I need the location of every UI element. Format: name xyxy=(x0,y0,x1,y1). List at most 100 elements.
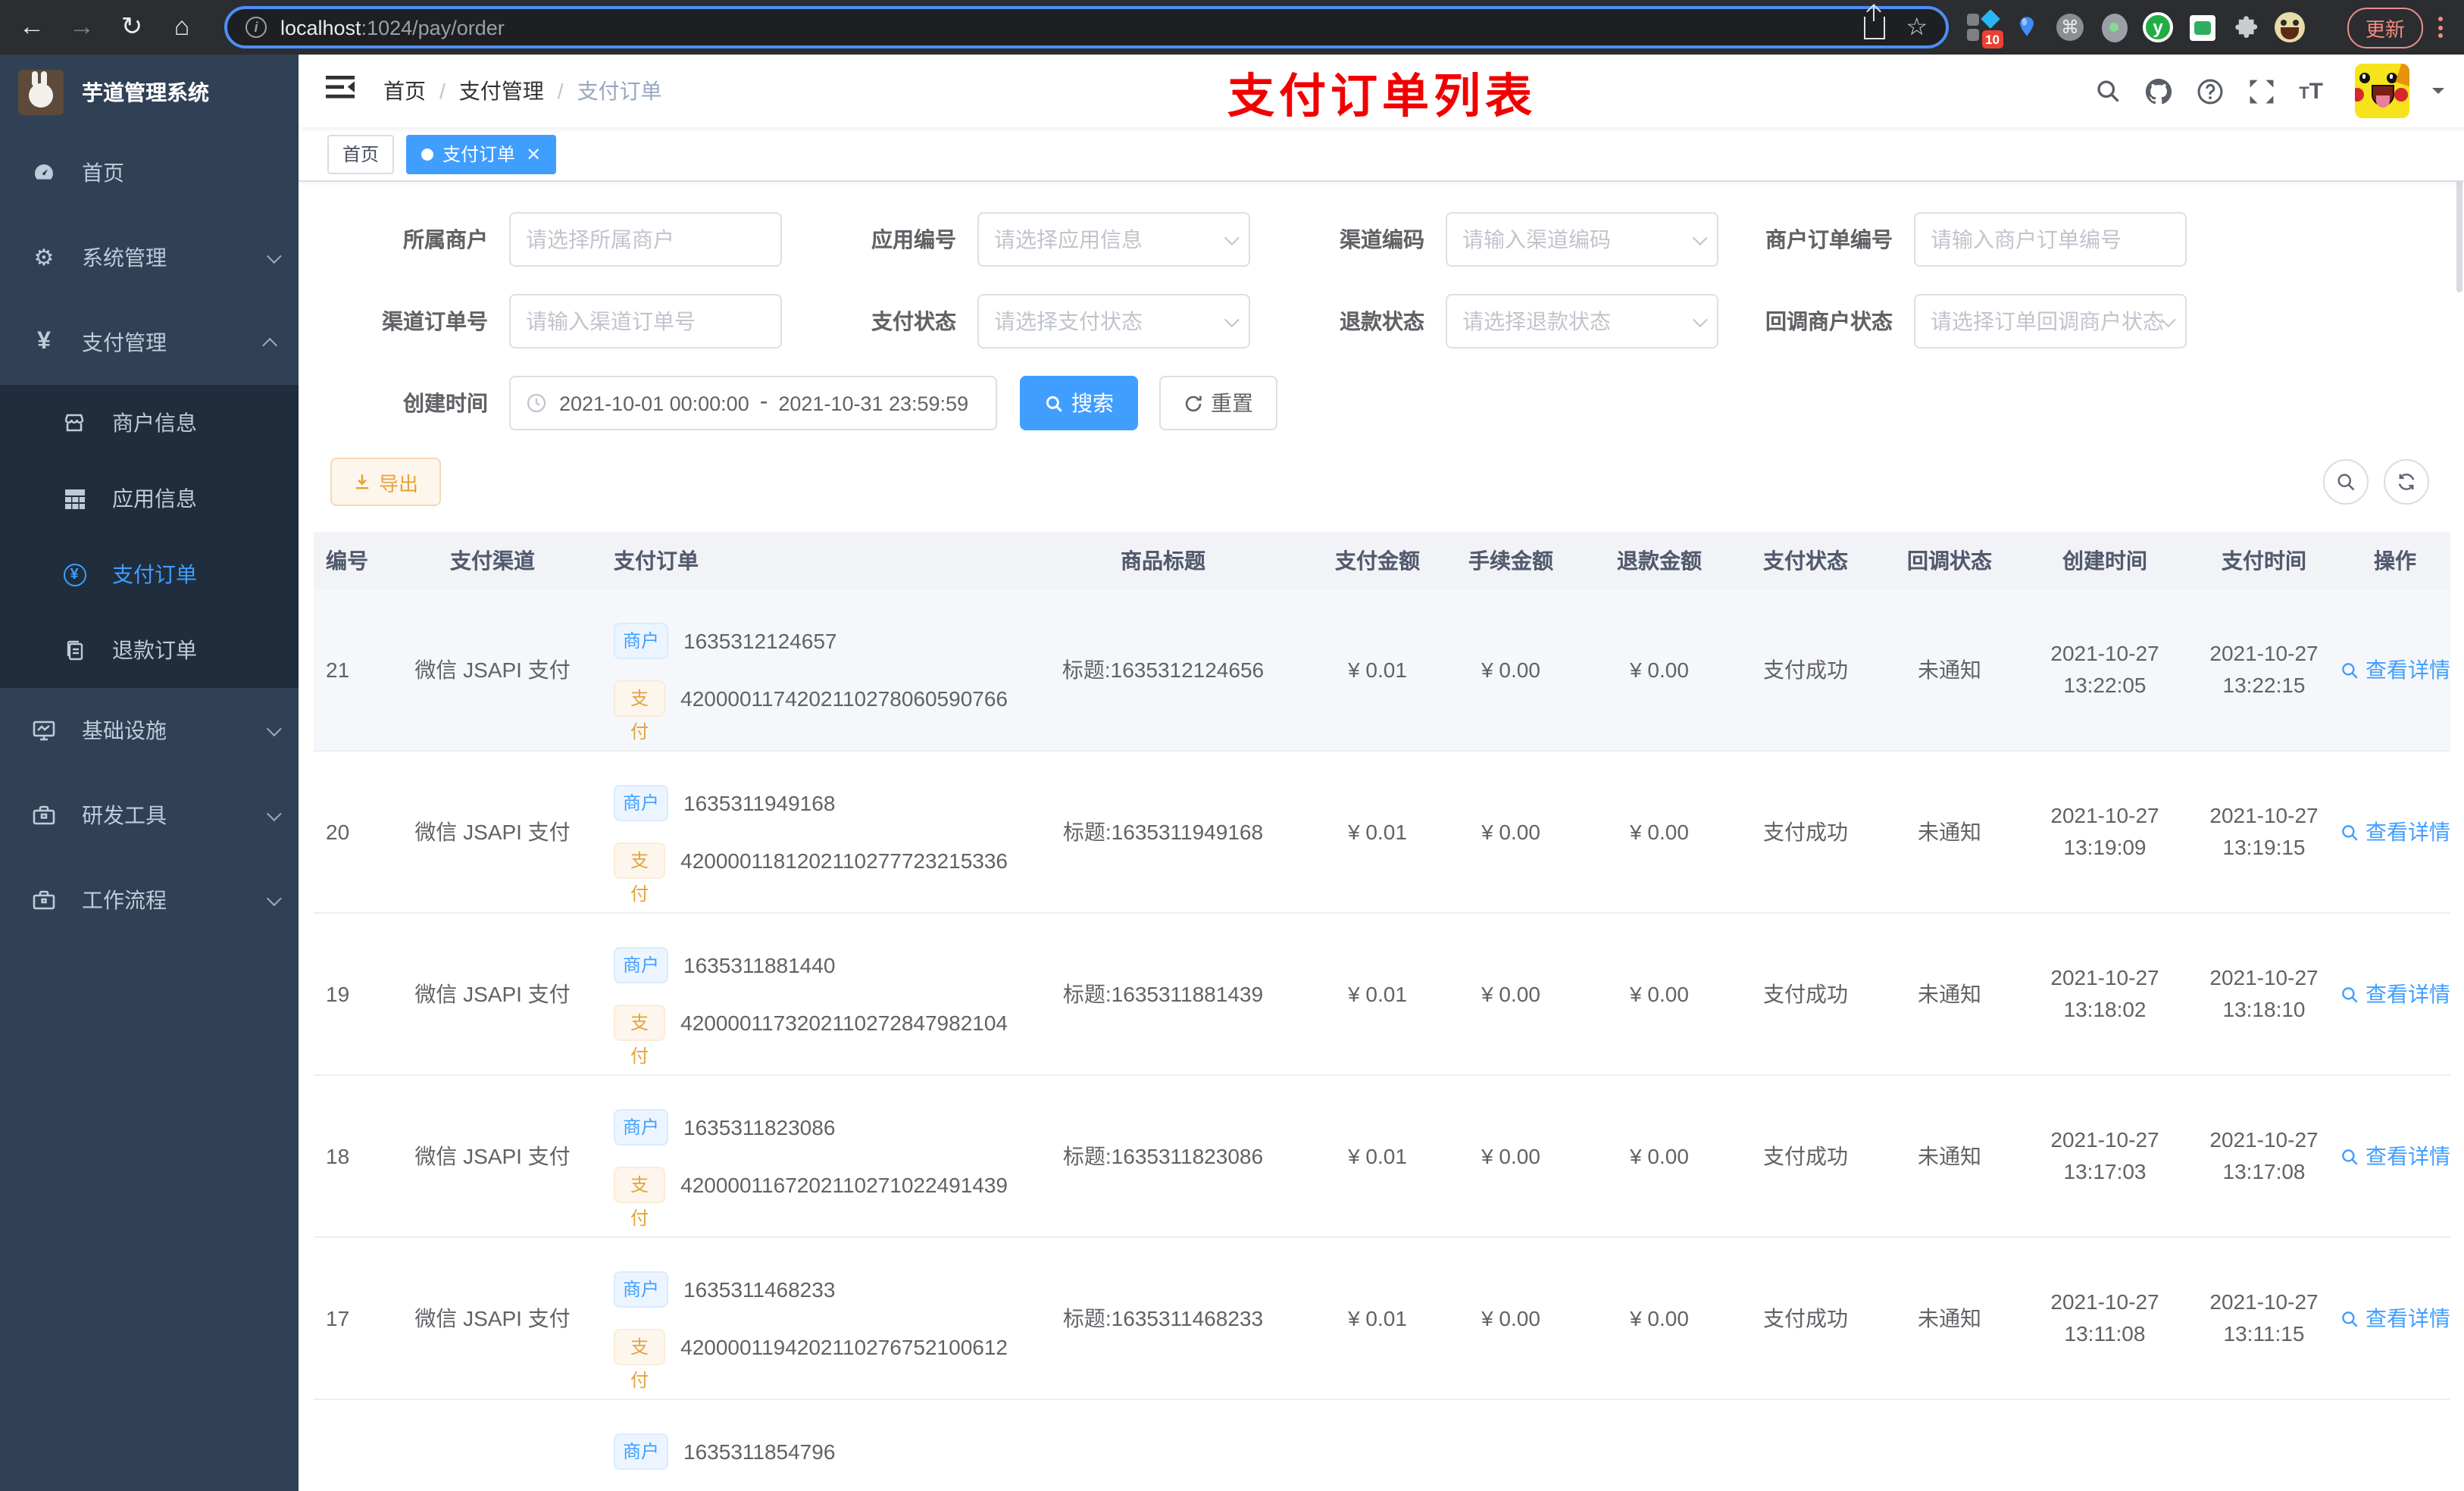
breadcrumb: 首页 / 支付管理 / 支付订单 xyxy=(383,76,662,106)
extension-cmd-icon[interactable]: ⌘ xyxy=(2055,12,2085,42)
tags-view-bar: 首页 支付订单 ✕ xyxy=(299,127,2464,182)
merchant-order-no-input[interactable] xyxy=(1914,212,2187,267)
top-navbar: 首页 / 支付管理 / 支付订单 支付订单列表 TT xyxy=(299,55,2464,127)
browser-reload-icon[interactable]: ↻ xyxy=(112,8,152,47)
browser-home-icon[interactable]: ⌂ xyxy=(162,8,202,47)
cell-pay-time: 2021-10-27 13:18:10 xyxy=(2209,965,2319,1021)
breadcrumb-pay-manage[interactable]: 支付管理 xyxy=(459,76,544,106)
browser-chrome: ← → ↻ ⌂ i localhost:1024/pay/order ☆ 10 … xyxy=(0,0,2464,55)
avatar[interactable] xyxy=(2355,64,2409,118)
sidebar-item-pay[interactable]: ¥ 支付管理 xyxy=(0,300,299,385)
sidebar-toggle-icon[interactable] xyxy=(326,74,359,108)
sidebar-item-home[interactable]: 首页 xyxy=(0,130,299,215)
cell-action: 查看详情 xyxy=(2340,655,2450,685)
search-icon[interactable] xyxy=(2094,77,2122,105)
search-icon xyxy=(2342,1311,2358,1327)
extensions-puzzle-icon[interactable] xyxy=(2231,12,2261,42)
document-copy-icon xyxy=(61,639,88,661)
cell-action: 查看详情 xyxy=(2340,817,2450,847)
sidebar-item-dev-tools[interactable]: 研发工具 xyxy=(0,773,299,858)
merchant-tag: 商户 xyxy=(614,1271,669,1308)
order-table: 编号 支付渠道 支付订单 商品标题 支付金额 手续金额 退款金额 支付状态 回调… xyxy=(314,532,2450,1491)
toggle-search-button[interactable] xyxy=(2323,459,2369,505)
close-icon[interactable]: ✕ xyxy=(526,143,541,164)
site-info-icon[interactable]: i xyxy=(245,17,267,38)
bookmark-star-icon[interactable]: ☆ xyxy=(1906,12,1928,42)
cell-fee-amount: ¥ 0.00 xyxy=(1481,1306,1540,1330)
tag-pay-order[interactable]: 支付订单 ✕ xyxy=(406,134,557,173)
view-detail-link[interactable]: 查看详情 xyxy=(2340,1141,2450,1171)
sidebar-item-system[interactable]: ⚙ 系统管理 xyxy=(0,215,299,300)
table-row: 商户 1635311854796 支付 xyxy=(314,1400,2450,1491)
refund-status-select[interactable] xyxy=(1446,294,1718,349)
channel-order-no-input[interactable] xyxy=(509,294,782,349)
sidebar-item-workflow[interactable]: 工作流程 xyxy=(0,858,299,942)
sidebar-item-app-info[interactable]: 应用信息 xyxy=(0,461,299,536)
cell-pay-channel: 微信 JSAPI 支付 xyxy=(414,820,571,844)
callback-status-select[interactable] xyxy=(1914,294,2187,349)
view-detail-link[interactable]: 查看详情 xyxy=(2340,979,2450,1009)
cell-product-title: 标题:1635311881439 xyxy=(1062,982,1264,1006)
view-detail-link[interactable]: 查看详情 xyxy=(2340,1303,2450,1333)
refund-status-label: 退款状态 xyxy=(1340,309,1424,333)
view-detail-link[interactable]: 查看详情 xyxy=(2340,655,2450,685)
cell-refund-amount: ¥ 0.00 xyxy=(1630,658,1689,682)
cell-refund-amount: ¥ 0.00 xyxy=(1630,820,1689,844)
extension-record-icon[interactable] xyxy=(2099,12,2129,42)
browser-back-icon[interactable]: ← xyxy=(12,8,52,47)
browser-menu-icon[interactable] xyxy=(2438,17,2443,38)
chevron-down-icon xyxy=(266,720,282,736)
help-icon[interactable] xyxy=(2196,77,2225,105)
merchant-order-no-label: 商户订单编号 xyxy=(1765,227,1893,252)
export-button[interactable]: 导出 xyxy=(330,458,442,506)
create-time-range-picker[interactable]: 2021-10-01 00:00:00 - 2021-10-31 23:59:5… xyxy=(509,376,997,430)
tag-home[interactable]: 首页 xyxy=(327,134,395,173)
fullscreen-icon[interactable] xyxy=(2247,77,2276,105)
reset-button[interactable]: 重置 xyxy=(1159,376,1277,430)
extension-chat-icon[interactable] xyxy=(2187,12,2217,42)
shop-icon xyxy=(61,411,88,435)
merchant-input[interactable] xyxy=(509,212,782,267)
date-start: 2021-10-01 00:00:00 xyxy=(559,392,749,414)
app-select[interactable] xyxy=(977,212,1250,267)
channel-code-select[interactable] xyxy=(1446,212,1718,267)
merchant-tag: 商户 xyxy=(614,1433,669,1470)
gear-icon: ⚙ xyxy=(33,245,55,271)
view-detail-link[interactable]: 查看详情 xyxy=(2340,817,2450,847)
cell-pay-order: 商户 1635311881440 支付 42000011732021102728… xyxy=(599,936,1008,1067)
sidebar-item-infra[interactable]: 基础设施 xyxy=(0,688,299,773)
avatar-dropdown-icon[interactable] xyxy=(2432,88,2444,100)
sidebar-item-pay-order[interactable]: ¥ 支付订单 xyxy=(0,536,299,612)
breadcrumb-home[interactable]: 首页 xyxy=(383,76,426,106)
pay-status-select[interactable] xyxy=(977,294,1250,349)
browser-update-button[interactable]: 更新 xyxy=(2347,7,2423,48)
table-row: 19 微信 JSAPI 支付 商户 1635311881440 支付 42000… xyxy=(314,914,2450,1076)
search-button[interactable]: 搜索 xyxy=(1020,376,1138,430)
refresh-button[interactable] xyxy=(2384,459,2429,505)
cell-pay-time: 2021-10-27 13:17:08 xyxy=(2209,1127,2319,1183)
sidebar-item-refund-order[interactable]: 退款订单 xyxy=(0,612,299,688)
cell-pay-amount: ¥ 0.01 xyxy=(1348,1306,1407,1330)
cell-notify-status: 未通知 xyxy=(1918,1306,1981,1330)
extension-grid-icon[interactable]: 10 xyxy=(1967,9,2003,48)
share-icon[interactable] xyxy=(1863,5,1885,39)
cell-create-time: 2021-10-27 13:19:09 xyxy=(2050,803,2159,859)
extension-pin-icon[interactable] xyxy=(2011,12,2041,42)
channel-code-label: 渠道编码 xyxy=(1340,227,1424,252)
sidebar-item-merchant-info[interactable]: 商户信息 xyxy=(0,385,299,461)
chevron-down-icon xyxy=(266,248,282,264)
extension-emoji-icon[interactable] xyxy=(2275,12,2305,42)
extension-y-icon[interactable]: y xyxy=(2143,12,2173,42)
cell-create-time: 2021-10-27 13:22:05 xyxy=(2050,641,2159,697)
browser-forward-icon[interactable]: → xyxy=(62,8,102,47)
cell-refund-amount: ¥ 0.00 xyxy=(1630,1306,1689,1330)
font-size-icon[interactable]: TT xyxy=(2299,78,2323,104)
github-icon[interactable] xyxy=(2144,77,2173,105)
cell-product-title: 标题:1635311468233 xyxy=(1062,1306,1264,1330)
order-table-body: 21 微信 JSAPI 支付 商户 1635312124657 支付 42000… xyxy=(314,589,2450,1491)
search-icon xyxy=(2342,986,2358,1002)
address-bar[interactable]: i localhost:1024/pay/order ☆ xyxy=(224,5,1949,48)
toolbox-icon xyxy=(30,803,58,827)
pay-status-label: 支付状态 xyxy=(871,309,956,333)
pay-submenu: 商户信息 应用信息 ¥ 支付订单 退款订单 xyxy=(0,385,299,688)
